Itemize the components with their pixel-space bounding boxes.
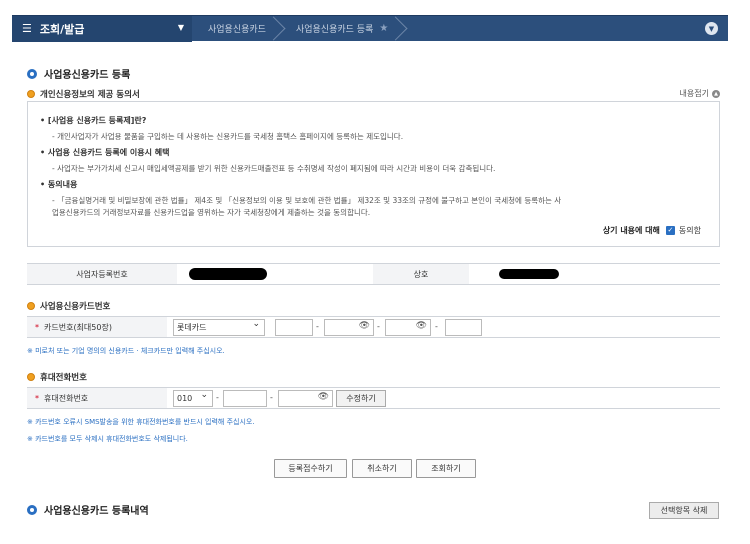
agreement-q3: 동의내용 — [40, 179, 707, 190]
business-info-row: 사업자등록번호 상호 — [27, 263, 720, 285]
main-menu-label: 조회/발급 — [39, 22, 85, 36]
edit-phone-button[interactable]: 수정하기 — [336, 390, 386, 407]
separator: - — [377, 322, 380, 331]
favorite-star-icon[interactable]: ★ — [379, 23, 388, 34]
phone-header: * 휴대전화번호 — [27, 388, 167, 408]
card-number-part4[interactable] — [445, 319, 482, 336]
card-number-header: * 카드번호(최대50장) — [27, 317, 167, 337]
agreement-a2: - 사업자는 부가가치세 신고시 매입세액공제를 받기 위한 신용카드매출전표 … — [52, 164, 496, 173]
eye-icon[interactable]: 👁 — [359, 321, 370, 331]
breadcrumb-label: 사업용신용카드 — [208, 25, 266, 35]
sub-bullet-icon — [27, 302, 35, 310]
page-title: 사업용신용카드 등록 — [27, 66, 130, 81]
agreement-q2: 사업용 신용카드 등록에 이용시 혜택 — [40, 147, 707, 158]
main-menu-button[interactable]: ☰ 조회/발급 ▼ — [12, 15, 192, 42]
consent-title-text: 개인신용정보의 제공 동의서 — [40, 90, 140, 100]
breadcrumb-card-register[interactable]: 사업용신용카드 등록 ★ — [280, 16, 402, 42]
card-company-value: 롯데카드 — [177, 323, 207, 332]
card-number-part1[interactable] — [275, 319, 313, 336]
required-mark: * — [35, 322, 39, 332]
breadcrumb-label: 사업용신용카드 등록 — [295, 25, 374, 35]
card-section-title: 사업용신용카드번호 — [27, 300, 110, 312]
consent-title: 개인신용정보의 제공 동의서 — [27, 88, 140, 100]
reg-no-value — [177, 264, 373, 284]
eye-icon[interactable]: 👁 — [416, 321, 427, 331]
separator: - — [216, 393, 219, 402]
phone-row: * 휴대전화번호 010 - - 👁 수정하기 — [27, 387, 720, 409]
company-name-value — [469, 264, 719, 284]
separator: - — [270, 393, 273, 402]
redacted-reg-no — [189, 268, 267, 280]
consent-check-label[interactable]: 동의함 — [679, 225, 701, 236]
agreement-q1: [사업용 신용카드 등록제]란? — [40, 115, 707, 126]
card-note: ※ 미로처 또는 기업 명의의 신용카드 · 체크카드만 입력해 주십시오. — [27, 347, 225, 355]
separator: - — [435, 322, 438, 331]
card-number-part2[interactable]: 👁 — [324, 319, 374, 336]
cancel-button[interactable]: 취소하기 — [352, 459, 412, 478]
required-mark: * — [35, 393, 39, 403]
dropdown-arrow-icon: ▼ — [177, 22, 184, 32]
sub-bullet-icon — [27, 90, 35, 98]
section-bullet-icon — [27, 504, 37, 515]
consent-label: 상기 내용에 대해 — [602, 226, 660, 235]
hamburger-icon: ☰ — [22, 22, 32, 35]
lookup-button[interactable]: 조회하기 — [416, 459, 476, 478]
card-section-text: 사업용신용카드번호 — [40, 302, 111, 312]
agreement-a3-line1: - 「금융실명거래 및 비밀보장에 관한 법률」 제4조 및 「신용정보의 이용… — [52, 196, 562, 205]
delete-selected-button[interactable]: 선택항목 삭제 — [649, 502, 719, 519]
top-navigation-bar: ☰ 조회/발급 ▼ 사업용신용카드 사업용신용카드 등록 ★ ▼ — [12, 15, 728, 42]
card-number-part3[interactable]: 👁 — [385, 319, 431, 336]
fold-label: 내용접기 — [679, 89, 709, 98]
agreement-box: [사업용 신용카드 등록제]란? - 개인사업자가 사업용 물품을 구입하는 데… — [27, 101, 720, 247]
reg-no-header: 사업자등록번호 — [27, 264, 177, 284]
phone-section-text: 휴대전화번호 — [40, 373, 87, 383]
phone-prefix-select[interactable]: 010 — [173, 390, 213, 407]
consent-row: 상기 내용에 대해 ✓ 동의함 — [603, 225, 701, 236]
card-company-select[interactable]: 롯데카드 — [173, 319, 265, 336]
phone-section-title: 휴대전화번호 — [27, 371, 87, 383]
breadcrumb-business-card[interactable]: 사업용신용카드 — [192, 16, 280, 42]
redacted-company-name — [499, 269, 559, 279]
phone-note-1: ※ 카드번호 오류시 SMS발송을 위한 휴대전화번호를 반드시 입력해 주십시… — [27, 418, 255, 426]
card-number-row: * 카드번호(최대50장) 롯데카드 - 👁 - 👁 - — [27, 316, 720, 338]
consent-checkbox[interactable]: ✓ — [665, 226, 675, 235]
eye-icon[interactable]: 👁 — [318, 392, 329, 402]
fold-content-toggle[interactable]: 내용접기 ▲ — [680, 88, 720, 99]
company-name-header: 상호 — [373, 264, 469, 284]
submit-button[interactable]: 등록접수하기 — [274, 459, 347, 478]
agreement-a1: - 개인사업자가 사업용 물품을 구입하는 데 사용하는 신용카드를 국세청 홈… — [52, 132, 404, 141]
history-title-text: 사업용신용카드 등록내역 — [44, 506, 149, 517]
phone-middle-input[interactable] — [223, 390, 267, 407]
separator: - — [316, 322, 319, 331]
card-number-label: 카드번호(최대50장) — [44, 322, 112, 332]
phone-last-input[interactable]: 👁 — [278, 390, 333, 407]
history-title: 사업용신용카드 등록내역 — [27, 502, 149, 517]
section-bullet-icon — [27, 68, 37, 79]
sub-bullet-icon — [27, 373, 35, 381]
collapse-nav-icon[interactable]: ▼ — [705, 22, 718, 35]
agreement-a3-line2: 업용신용카드의 거래정보자료를 신용카드업을 영위하는 자가 국세청장에게 제출… — [52, 208, 371, 217]
phone-prefix-value: 010 — [177, 394, 193, 403]
phone-label: 휴대전화번호 — [44, 393, 89, 403]
phone-note-2: ※ 카드번호를 모두 삭제시 휴대전화번호도 삭제됩니다. — [27, 435, 188, 443]
chevron-up-icon: ▲ — [712, 89, 720, 98]
page-title-text: 사업용신용카드 등록 — [44, 70, 131, 81]
